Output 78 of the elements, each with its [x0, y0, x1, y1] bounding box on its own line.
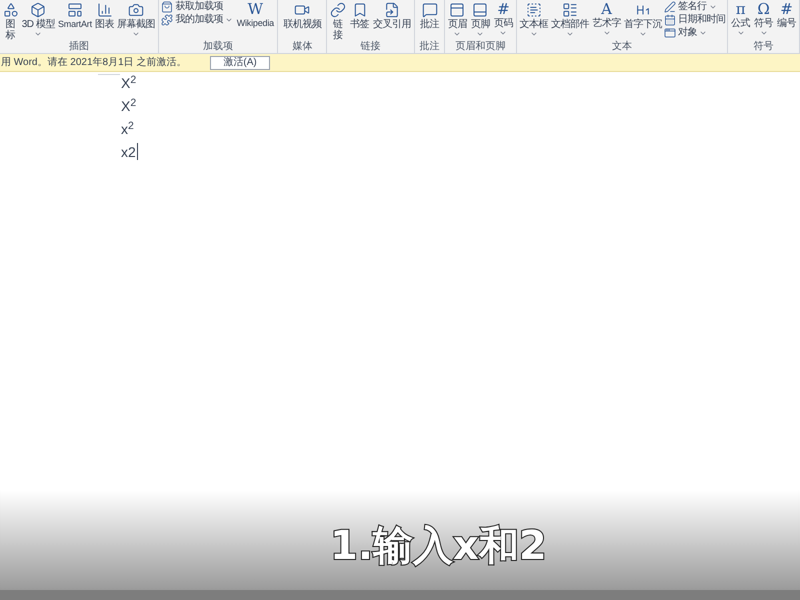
- ribbon-button[interactable]: 书签: [349, 1, 370, 30]
- ribbon-button[interactable]: Ω 符号: [753, 1, 774, 37]
- group-label: 链接: [360, 41, 381, 53]
- ribbon-button[interactable]: 文档部件: [550, 1, 590, 38]
- dropdown-caret-icon: [708, 3, 717, 11]
- dropdown-caret-icon: [530, 30, 538, 38]
- ribbon-small-button[interactable]: 对象: [664, 27, 726, 39]
- group-label: 媒体: [292, 41, 312, 53]
- activate-button[interactable]: 激活(A): [210, 56, 270, 70]
- dropdown-caret-icon: [638, 30, 647, 38]
- ribbon-small-button[interactable]: 获取加载项: [161, 1, 233, 13]
- window-icon: [664, 27, 676, 39]
- dropdown-caret-icon: [699, 29, 708, 37]
- ribbon-button[interactable]: A 艺术字: [591, 1, 622, 37]
- ribbon-small-button[interactable]: 签名行: [664, 1, 726, 13]
- ribbon-button[interactable]: 3D 模型: [20, 1, 56, 38]
- shapes-icon: [2, 2, 19, 18]
- ribbon-button[interactable]: 联机视频: [282, 1, 322, 30]
- ribbon-small-button[interactable]: 日期和时间: [664, 14, 726, 26]
- document-text: X$^{2}$: [121, 75, 136, 91]
- ribbon-glyph-icon: #: [780, 1, 793, 18]
- ribbon-button[interactable]: π 公式: [730, 1, 752, 37]
- group-label: 批注: [420, 41, 440, 53]
- dropdown-caret-icon: [224, 16, 233, 24]
- ribbon-small-button[interactable]: 我的加载项: [161, 14, 233, 26]
- ribbon-button[interactable]: 图标: [2, 1, 20, 41]
- ribbon-button[interactable]: 页眉: [446, 1, 468, 38]
- group-label: 页眉和页脚: [455, 41, 506, 53]
- ribbon-glyph-icon: W: [248, 1, 264, 18]
- ribbon-glyph-icon: Ω: [757, 1, 770, 18]
- ribbon-button[interactable]: # 页码: [492, 1, 514, 37]
- link-icon: [330, 2, 346, 18]
- cube-icon: [30, 2, 46, 18]
- ribbon-button[interactable]: SmartArt: [56, 1, 93, 30]
- ribbon-button[interactable]: 页脚: [470, 1, 491, 38]
- group-label: 加载项: [203, 41, 234, 53]
- dropdown-caret-icon: [736, 29, 745, 37]
- header-icon: [449, 2, 466, 18]
- comment-icon: [422, 2, 438, 18]
- ribbon-button[interactable]: 首字下沉: [622, 1, 663, 38]
- diagram-icon: [66, 2, 83, 18]
- document-parts-icon: [562, 2, 578, 18]
- ribbon-button[interactable]: 批注: [419, 1, 440, 30]
- document-text: X$^{2}$: [121, 98, 136, 114]
- group-label: 符号: [754, 41, 774, 53]
- message-text: 用 Word。请在 2021年8月1日 之前激活。: [1, 56, 186, 70]
- dropdown-caret-icon: [132, 30, 140, 38]
- ribbon-glyph-icon: #: [497, 1, 510, 18]
- camera-icon: [128, 2, 144, 18]
- document-text: x2: [121, 144, 136, 160]
- video-caption: 1.输入x和2: [330, 522, 547, 570]
- dropdown-caret-icon: [34, 30, 42, 38]
- ribbon-glyph-icon: π: [736, 1, 746, 18]
- dropdown-caret-icon: [566, 30, 574, 38]
- document-text: x$^{2}$: [121, 121, 134, 137]
- dropdown-caret-icon: [602, 29, 611, 37]
- cross-reference-icon: [384, 2, 400, 18]
- ribbon-button[interactable]: 链接: [329, 1, 348, 41]
- ribbon-glyph-icon: A: [601, 1, 612, 18]
- text-box-icon: [526, 2, 542, 18]
- calendar-icon: [664, 14, 676, 26]
- group-label: 插图: [68, 41, 89, 53]
- ribbon-button[interactable]: 交叉引用: [372, 1, 412, 30]
- ribbon-button[interactable]: W Wikipedia: [236, 1, 275, 29]
- dropdown-caret-icon: [499, 29, 508, 37]
- ribbon-button[interactable]: 屏幕截图: [116, 1, 156, 38]
- ribbon-button[interactable]: 文本框: [518, 1, 549, 38]
- signature-icon: [664, 1, 676, 13]
- dropdown-caret-icon: [476, 30, 484, 38]
- group-label: 文本: [612, 41, 632, 53]
- footer-icon: [472, 2, 488, 18]
- store-icon: [161, 1, 174, 13]
- ribbon-button[interactable]: 图表: [94, 1, 116, 30]
- dropdown-caret-icon: [453, 30, 462, 38]
- ribbon-button[interactable]: # 编号: [776, 1, 798, 29]
- dropdown-caret-icon: [760, 29, 768, 37]
- puzzle-icon: [161, 14, 174, 26]
- bar-chart-icon: [96, 2, 113, 18]
